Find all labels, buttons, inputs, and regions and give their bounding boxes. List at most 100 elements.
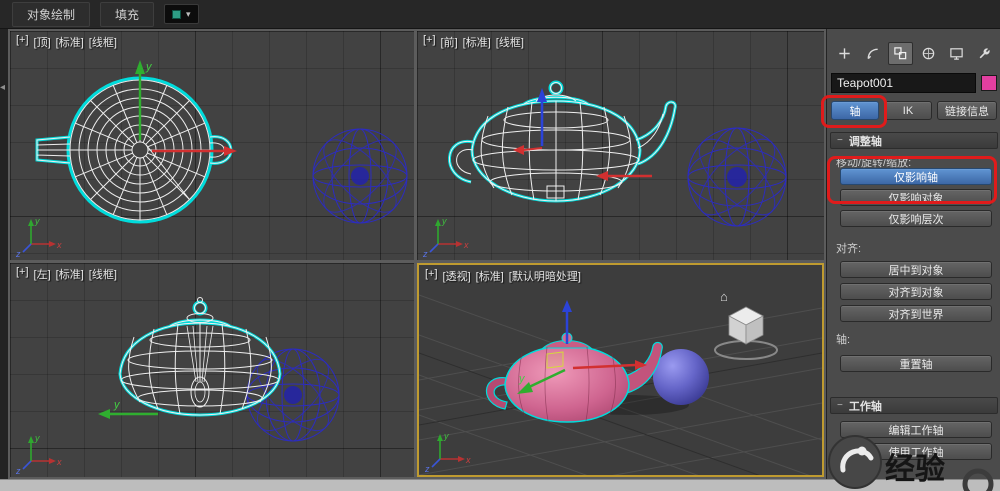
hierarchy-tab-icon: [894, 47, 907, 60]
tab-display[interactable]: [944, 42, 969, 65]
viewport-pov-button[interactable]: [左]: [34, 266, 51, 282]
home-icon[interactable]: ⌂: [720, 289, 728, 304]
y-axis-label: y: [113, 399, 121, 411]
3dsmax-window: 对象绘制 填充 ▾ ◂ [+] [顶] [标准] [线框] y x y z [+…: [0, 0, 1000, 491]
main-toolbar: 对象绘制 填充 ▾: [0, 0, 1000, 29]
front-view-scene: [447, 80, 787, 227]
svg-text:x: x: [56, 457, 62, 467]
object-paint-button[interactable]: 对象绘制: [12, 1, 91, 27]
alignment-label: 对齐:: [836, 243, 862, 255]
edit-working-pivot-button[interactable]: 编辑工作轴: [840, 421, 992, 438]
use-working-pivot-button[interactable]: 使用工作轴: [840, 443, 992, 460]
object-name-row: [831, 73, 997, 93]
center-to-object-button[interactable]: 居中到对象: [840, 261, 992, 278]
toolbar-dropdown[interactable]: ▾: [164, 4, 199, 24]
brush-preset-icon: [172, 9, 182, 19]
viewport-menu-button[interactable]: [+]: [425, 268, 438, 284]
viewport-shading-button[interactable]: [默认明暗处理]: [509, 268, 581, 284]
sphere-wireframe-object[interactable]: [312, 128, 408, 224]
svg-text:x: x: [56, 240, 62, 250]
sphere-wireframe-object[interactable]: [246, 348, 340, 442]
rollout-title: 调整轴: [848, 135, 882, 148]
rollout-collapse-icon: −: [837, 400, 843, 411]
viewport-top[interactable]: [+] [顶] [标准] [线框] y x y z: [10, 31, 414, 260]
adjust-pivot-rollout[interactable]: − 调整轴: [830, 132, 998, 149]
teapot-wireframe-object[interactable]: y: [35, 60, 237, 224]
teapot-wireframe-object[interactable]: [447, 80, 677, 203]
viewport-shading-button[interactable]: [线框]: [496, 34, 524, 50]
viewport-pov-button[interactable]: [顶]: [34, 34, 51, 50]
svg-text:y: y: [34, 433, 40, 443]
viewport-label: [+] [透视] [标准] [默认明暗处理]: [425, 268, 581, 284]
viewport-label: [+] [左] [标准] [线框]: [16, 266, 117, 282]
object-name-input[interactable]: [831, 73, 976, 93]
viewport-perspective[interactable]: [+] [透视] [标准] [默认明暗处理] y ⌂ x y z: [417, 263, 824, 477]
viewport-pov-button[interactable]: [透视]: [443, 268, 471, 284]
pivot-label: 轴:: [836, 334, 851, 346]
svg-text:z: z: [15, 249, 21, 258]
viewport-left[interactable]: [+] [左] [标准] [线框] y x y z: [10, 263, 414, 477]
axis-tripod: x y z: [15, 433, 62, 475]
left-view-scene: y: [98, 297, 340, 442]
svg-text:x: x: [465, 455, 471, 465]
svg-text:y: y: [441, 216, 447, 226]
axis-tripod: x y z: [15, 216, 62, 258]
tab-create[interactable]: [832, 42, 857, 65]
viewport-preset-button[interactable]: [标准]: [56, 266, 84, 282]
align-to-object-button[interactable]: 对齐到对象: [840, 283, 992, 300]
viewport-shading-button[interactable]: [线框]: [89, 266, 117, 282]
align-to-world-button[interactable]: 对齐到世界: [840, 305, 992, 322]
reset-pivot-button[interactable]: 重置轴: [840, 355, 992, 372]
status-strip: [0, 479, 1000, 491]
viewport-preset-button[interactable]: [标准]: [476, 268, 504, 284]
panel-collapse-arrow[interactable]: ◂: [0, 83, 5, 93]
viewport-preset-button[interactable]: [标准]: [56, 34, 84, 50]
viewport-shading-button[interactable]: [线框]: [89, 34, 117, 50]
modify-tab-icon: [867, 48, 878, 60]
ik-mode-button[interactable]: IK: [884, 101, 932, 120]
dropdown-arrow-icon: ▾: [186, 8, 191, 19]
utilities-tab-icon: [979, 48, 990, 59]
viewport-menu-button[interactable]: [+]: [423, 34, 436, 50]
svg-text:x: x: [463, 240, 469, 250]
move-gizmo[interactable]: y: [98, 399, 158, 419]
svg-text:z: z: [424, 464, 430, 473]
svg-text:z: z: [422, 249, 428, 258]
viewport-pov-button[interactable]: [前]: [441, 34, 458, 50]
tab-hierarchy[interactable]: [888, 42, 913, 65]
sphere-shaded-object[interactable]: [653, 349, 709, 405]
viewport-label: [+] [顶] [标准] [线框]: [16, 34, 117, 50]
perspective-scene: y ⌂: [419, 289, 822, 475]
motion-tab-icon: [922, 47, 935, 60]
pivot-mode-button[interactable]: 轴: [831, 101, 879, 120]
populate-button[interactable]: 填充: [100, 1, 155, 27]
tab-modify[interactable]: [860, 42, 885, 65]
tab-utilities[interactable]: [972, 42, 997, 65]
svg-text:y: y: [443, 431, 449, 441]
left-dock-strip: ◂: [0, 29, 8, 479]
object-color-swatch[interactable]: [981, 75, 997, 91]
svg-text:y: y: [34, 216, 40, 226]
viewport-preset-button[interactable]: [标准]: [463, 34, 491, 50]
y-axis-label: y: [145, 61, 153, 73]
affect-object-only-button[interactable]: 仅影响对象: [840, 189, 992, 206]
tab-motion[interactable]: [916, 42, 941, 65]
viewport-menu-button[interactable]: [+]: [16, 34, 29, 50]
link-info-mode-button[interactable]: 链接信息: [937, 101, 997, 120]
hierarchy-mode-tabs: 轴 IK 链接信息: [831, 101, 997, 120]
create-tab-icon: [839, 48, 850, 59]
viewport-front[interactable]: [+] [前] [标准] [线框] x y z: [417, 31, 824, 260]
top-view-scene: y: [35, 60, 408, 224]
affect-pivot-only-button[interactable]: 仅影响轴: [840, 168, 992, 185]
viewport-area: [+] [顶] [标准] [线框] y x y z [+] [前] [标准] […: [8, 29, 826, 479]
rollout-title: 工作轴: [848, 400, 882, 413]
working-pivot-rollout[interactable]: − 工作轴: [830, 397, 998, 414]
sphere-wireframe-object[interactable]: [687, 127, 787, 227]
rollout-collapse-icon: −: [837, 135, 843, 146]
viewport-menu-button[interactable]: [+]: [16, 266, 29, 282]
command-panel-tabs: [832, 42, 997, 65]
axis-tripod: x y z: [422, 216, 469, 258]
svg-text:z: z: [15, 466, 21, 475]
affect-hierarchy-only-button[interactable]: 仅影响层次: [840, 210, 992, 227]
display-tab-icon: [950, 48, 963, 60]
